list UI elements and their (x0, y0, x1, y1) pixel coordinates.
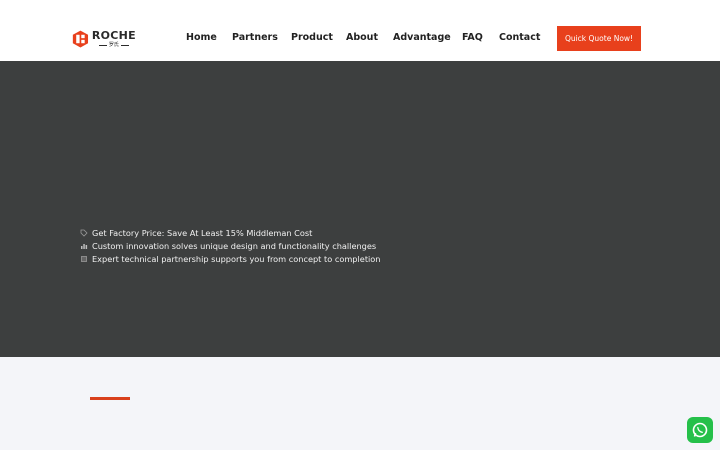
section-divider (90, 397, 130, 400)
hero-feature-1: Get Factory Price: Save At Least 15% Mid… (80, 228, 312, 238)
hero-feature-2: Custom innovation solves unique design a… (80, 241, 376, 251)
hero-feature-3: Expert technical partnership supports yo… (80, 254, 381, 264)
hero-banner (0, 61, 720, 357)
logo-text: ROCHE (91, 29, 136, 42)
tag-icon (80, 229, 88, 237)
logo-subtext: 罗氏 (108, 42, 119, 48)
hero-feature-text: Custom innovation solves unique design a… (92, 241, 377, 251)
content-section (0, 357, 720, 450)
nav-item-contact[interactable]: Contact (499, 32, 540, 43)
hero-feature-text: Get Factory Price: Save At Least 15% Mid… (92, 228, 313, 238)
whatsapp-icon (692, 422, 708, 438)
nav-item-about[interactable]: About (346, 32, 378, 43)
handshake-icon (81, 256, 87, 262)
nav-item-faq[interactable]: FAQ (462, 32, 483, 43)
logo-mark-icon (72, 30, 89, 48)
hero-feature-text: Expert technical partnership supports yo… (92, 254, 381, 264)
nav-item-product[interactable]: Product (291, 32, 333, 43)
nav-item-partners[interactable]: Partners (232, 32, 278, 43)
nav-item-home[interactable]: Home (186, 32, 217, 43)
bar-chart-icon (81, 244, 88, 249)
site-header: ROCHE 罗氏 Home Partners Product About Adv… (0, 0, 720, 61)
logo[interactable]: ROCHE 罗氏 (72, 27, 136, 51)
quick-quote-button[interactable]: Quick Quote Now! (557, 26, 641, 51)
nav-item-advantage[interactable]: Advantage (393, 32, 451, 43)
whatsapp-button[interactable] (687, 417, 713, 443)
